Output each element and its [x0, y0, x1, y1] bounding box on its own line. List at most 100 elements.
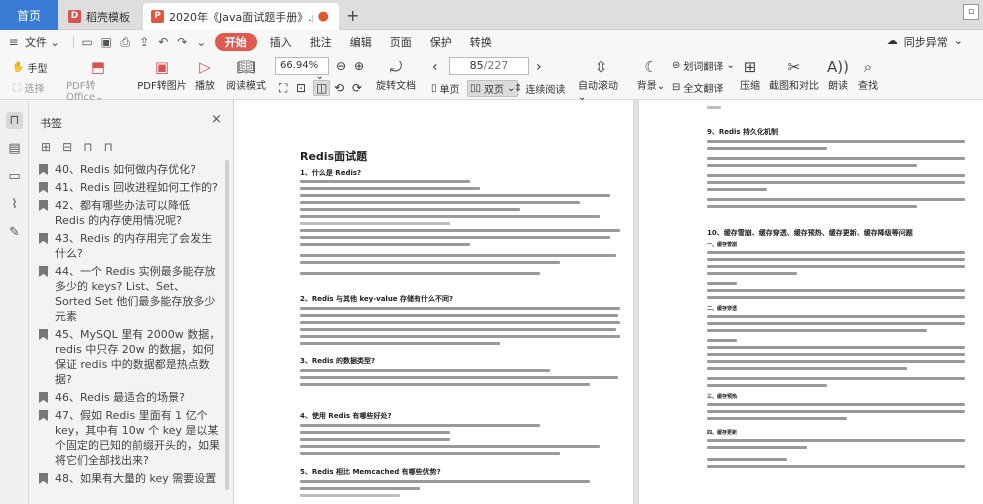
doc-subheading: 四、缓存更新	[707, 430, 738, 436]
sidebar-title: 书签	[40, 117, 62, 130]
text-line	[707, 198, 965, 201]
auto-scroll-button[interactable]: ⇳ 自动滚动⌄	[578, 57, 624, 103]
find-button[interactable]: ⌕ 查找	[856, 57, 880, 92]
chevron-down-icon[interactable]: ⌄	[192, 34, 211, 50]
bookmark-item[interactable]: 44、一个 Redis 实例最多能存放多少的 keys? List、Set、So…	[39, 264, 221, 324]
menu-insert[interactable]: 插入	[261, 34, 301, 50]
menu-protect[interactable]: 保护	[421, 34, 461, 50]
text-line	[707, 439, 965, 442]
comment-panel-icon[interactable]: ▭	[6, 168, 23, 185]
play-label: 播放	[195, 81, 215, 92]
pdf-to-image-button[interactable]: ▣ PDF转图片	[136, 57, 188, 92]
bookmark-item[interactable]: 46、Redis 最适合的场景?	[39, 390, 221, 405]
find-label: 查找	[858, 81, 878, 92]
prev-page-icon[interactable]: ‹	[432, 59, 438, 75]
double-page-button[interactable]: ▯▯ 双页 ⌄	[467, 80, 519, 97]
text-line	[300, 254, 616, 257]
unsaved-dot-icon[interactable]: ●	[318, 9, 329, 24]
play-button[interactable]: ▷ 播放	[192, 57, 218, 92]
tab-home[interactable]: 首页	[0, 0, 58, 30]
continuous-reading-button[interactable]: ⇕ 连续阅读	[514, 81, 565, 96]
text-line	[707, 164, 917, 167]
text-line	[707, 329, 927, 332]
tab-template[interactable]: D 稻壳模板	[60, 3, 142, 30]
hand-tool-button[interactable]: ✋ 手型	[12, 60, 47, 75]
read-aloud-button[interactable]: A)) 朗读	[826, 57, 850, 92]
save-icon[interactable]: ▣	[97, 34, 116, 50]
reading-mode-button[interactable]: 📖︎ 阅读模式	[224, 57, 268, 92]
menu-convert[interactable]: 转换	[461, 34, 501, 50]
window-restore-icon[interactable]: ▫	[963, 4, 979, 20]
compress-button[interactable]: ⊞ 压缩	[738, 57, 762, 92]
attachment-panel-icon[interactable]: ⌇	[6, 196, 23, 213]
next-page-icon[interactable]: ›	[536, 59, 542, 75]
translate-word-button[interactable]: ⊜ 划词翻译 ⌄	[672, 58, 735, 73]
single-page-button[interactable]: ▯ 单页	[431, 81, 460, 96]
single-page-label: 单页	[439, 85, 460, 96]
expand-all-icon[interactable]: ⊞	[41, 140, 51, 154]
add-bookmark-icon[interactable]: ⊓	[83, 140, 92, 154]
bookmark-item[interactable]: 40、Redis 如何做内存优化?	[39, 162, 221, 177]
menu-start[interactable]: 开始	[214, 33, 257, 51]
menu-page[interactable]: 页面	[381, 34, 421, 50]
text-line	[707, 296, 965, 299]
menu-comment[interactable]: 批注	[301, 34, 341, 50]
bookmark-item[interactable]: 43、Redis 的内存用完了会发生什么?	[39, 231, 221, 261]
bookmark-panel-icon[interactable]: ⊓	[6, 112, 23, 129]
translate-full-button[interactable]: ⊟ 全文翻译	[672, 80, 723, 95]
undo-icon[interactable]: ↶	[154, 34, 173, 50]
text-line	[300, 314, 618, 317]
zoom-select[interactable]: 66.94% ⌄	[275, 57, 329, 82]
bookmark-label: 41、Redis 回收进程如何工作的?	[55, 181, 219, 194]
bookmark-item[interactable]: 41、Redis 回收进程如何工作的?	[39, 180, 221, 195]
hamburger-icon[interactable]: ≡	[4, 34, 23, 50]
text-line	[707, 147, 827, 150]
delete-bookmark-icon[interactable]: ⊓	[104, 140, 113, 154]
collapse-all-icon[interactable]: ⊟	[62, 140, 72, 154]
text-line	[707, 367, 907, 370]
sync-status[interactable]: ☁ 同步异常 ⌄	[887, 34, 963, 50]
text-line	[707, 377, 965, 380]
tab-document[interactable]: P 2020年《Java面试题手册》.pdf ●	[143, 3, 339, 30]
thumbnail-panel-icon[interactable]: ▤	[6, 140, 23, 157]
fit-width-icon[interactable]: ⊡	[296, 81, 306, 95]
pdf-to-office-button[interactable]: ⬒ PDF转Office⌄	[66, 57, 130, 103]
text-line	[300, 236, 610, 239]
toolbar: ✋ 手型 ⬚ 选择 ⬒ PDF转Office⌄ ▣ PDF转图片 ▷ 播放 📖︎…	[0, 54, 983, 103]
export-icon[interactable]: ⇪	[135, 34, 154, 50]
bookmark-icon	[39, 182, 48, 193]
rotate-right-icon[interactable]: ⟳	[352, 81, 362, 95]
menu-file-label: 文件	[25, 36, 47, 49]
sidebar-scrollbar[interactable]	[225, 160, 229, 490]
print-icon[interactable]: ⎙	[116, 34, 135, 50]
text-line	[300, 424, 540, 427]
page-number-input[interactable]: 85/227	[449, 57, 529, 75]
fit-page-icon[interactable]: ⛶	[279, 81, 287, 96]
close-icon[interactable]: ×	[211, 112, 222, 127]
open-folder-icon[interactable]: ▭	[78, 34, 97, 50]
bookmark-item[interactable]: 47、假如 Redis 里面有 1 亿个 key，其中有 10w 个 key 是…	[39, 408, 221, 468]
zoom-out-icon[interactable]: ⊖	[336, 59, 346, 73]
bookmark-item[interactable]: 42、都有哪些办法可以降低 Redis 的内存使用情况呢?	[39, 198, 221, 228]
bookmark-label: 43、Redis 的内存用完了会发生什么?	[55, 232, 213, 260]
redo-icon[interactable]: ↷	[173, 34, 192, 50]
bookmark-icon	[39, 233, 48, 244]
menu-file[interactable]: 文件 ⌄	[23, 34, 69, 50]
bookmark-list: 40、Redis 如何做内存优化? 41、Redis 回收进程如何工作的? 42…	[39, 162, 221, 489]
screenshot-compare-button[interactable]: ✂ 截图和对比	[767, 57, 821, 92]
lasso-icon[interactable]: ◫	[313, 80, 331, 96]
bookmark-item[interactable]: 45、MySQL 里有 2000w 数据，redis 中只存 20w 的数据，如…	[39, 327, 221, 387]
rotate-left-icon[interactable]: ⟲	[334, 81, 344, 95]
menu-edit[interactable]: 编辑	[341, 34, 381, 50]
new-tab-button[interactable]: +	[346, 6, 359, 25]
bookmark-item[interactable]: 48、如果有大量的 key 需要设置	[39, 471, 221, 486]
bookmark-label: 48、如果有大量的 key 需要设置	[55, 472, 217, 485]
document-viewport[interactable]: Redis面试题 1、什么是 Redis? 2、Redis 与其他 key-va…	[234, 100, 983, 504]
background-button[interactable]: ☾ 背景⌄	[636, 57, 666, 92]
signature-panel-icon[interactable]: ✎	[6, 224, 23, 241]
translate-icon: ⊜	[672, 60, 681, 71]
rotate-document-button[interactable]: ⤾ 旋转文档	[374, 57, 418, 92]
select-tool-button[interactable]: ⬚ 选择	[12, 80, 44, 95]
zoom-in-icon[interactable]: ⊕	[354, 59, 364, 73]
text-line	[707, 384, 827, 387]
